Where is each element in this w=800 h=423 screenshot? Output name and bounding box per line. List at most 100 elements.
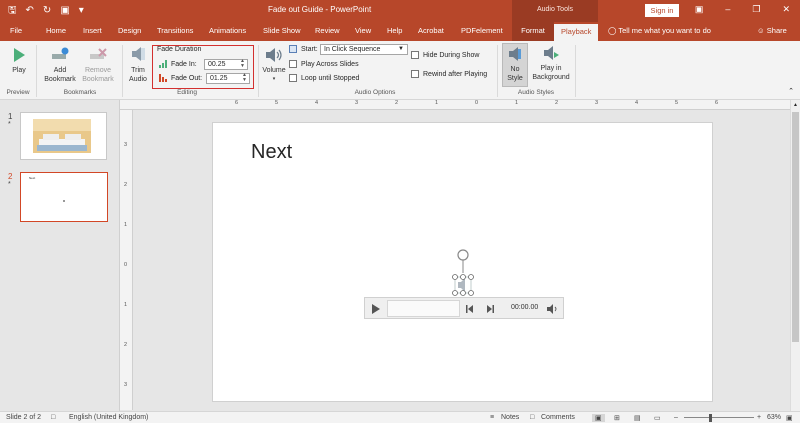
save-icon[interactable]: 🖫 bbox=[8, 3, 17, 19]
slide-thumbnail-1[interactable] bbox=[20, 112, 107, 160]
play-label: Play bbox=[12, 67, 26, 74]
slide-thumbnail-2[interactable]: Next bbox=[20, 172, 108, 222]
tab-review[interactable]: Review bbox=[315, 26, 340, 35]
slide-count: Slide 2 of 2 bbox=[6, 414, 42, 421]
ruler-tick: 1 bbox=[515, 100, 519, 106]
ruler-tick: 1 bbox=[435, 100, 439, 106]
scroll-up-icon[interactable]: ▲ bbox=[791, 102, 800, 108]
zoom-slider-thumb[interactable] bbox=[709, 414, 712, 422]
group-label-bookmarks: Bookmarks bbox=[63, 89, 97, 96]
ruler-tick: 3 bbox=[124, 382, 128, 388]
slide-canvas[interactable]: Next 00:00.00 bbox=[212, 122, 713, 402]
zoom-slider[interactable] bbox=[684, 417, 754, 418]
tab-animations[interactable]: Animations bbox=[209, 26, 246, 35]
hide-label: Hide During Show bbox=[423, 51, 480, 59]
tab-home[interactable]: Home bbox=[46, 26, 66, 35]
group-label-audio-options: Audio Options bbox=[354, 89, 396, 96]
tab-file[interactable]: File bbox=[10, 26, 22, 35]
slide-sorter-icon[interactable]: ⊞ bbox=[614, 414, 620, 422]
ruler-tick: 2 bbox=[555, 100, 559, 106]
reading-view-icon[interactable]: ▤ bbox=[634, 414, 641, 422]
tab-playback[interactable]: Playback bbox=[554, 24, 599, 41]
tab-pdfelement[interactable]: PDFelement bbox=[461, 26, 503, 35]
restore-icon[interactable]: ❐ bbox=[752, 4, 760, 15]
tell-me-text: Tell me what you want to do bbox=[618, 26, 711, 35]
collapse-ribbon-icon[interactable]: ⌃ bbox=[788, 87, 794, 95]
play-icon bbox=[14, 48, 25, 62]
play-across-label: Play Across Slides bbox=[301, 60, 359, 68]
slide-2-thumb-title: Next bbox=[29, 176, 36, 180]
tab-help[interactable]: Help bbox=[387, 26, 402, 35]
tab-insert[interactable]: Insert bbox=[83, 26, 102, 35]
play-icon[interactable] bbox=[371, 303, 381, 315]
close-icon[interactable]: ✕ bbox=[782, 4, 790, 15]
share-button[interactable]: ☺ Share bbox=[757, 26, 787, 35]
slide-number-2: 2 bbox=[8, 172, 13, 181]
minimize-icon[interactable]: – bbox=[725, 4, 730, 15]
slide-title[interactable]: Next bbox=[251, 141, 292, 164]
spelling-icon[interactable]: □ bbox=[51, 414, 55, 421]
play-button[interactable]: Play bbox=[7, 47, 31, 75]
highlight-box bbox=[152, 45, 254, 89]
ruler-tick: 1 bbox=[124, 222, 128, 228]
zoom-out-icon[interactable]: – bbox=[674, 414, 678, 421]
context-group-audio-tools: Audio Tools bbox=[512, 0, 598, 22]
tab-design[interactable]: Design bbox=[118, 26, 141, 35]
presentation-icon[interactable]: ▣ bbox=[60, 3, 69, 19]
checkbox-icon bbox=[289, 60, 297, 68]
tab-transitions[interactable]: Transitions bbox=[157, 26, 193, 35]
comments-button[interactable]: Comments bbox=[541, 414, 575, 421]
start-icon bbox=[289, 45, 297, 53]
audio-object[interactable] bbox=[449, 247, 479, 299]
no-style-button[interactable]: No Style bbox=[502, 43, 528, 87]
add-bookmark-label-1: Add bbox=[53, 67, 67, 74]
customize-icon[interactable]: ▾ bbox=[79, 3, 84, 19]
ribbon-tabs: File Home Insert Design Transitions Anim… bbox=[0, 22, 800, 41]
add-bookmark-icon bbox=[52, 47, 69, 59]
play-across-slides-checkbox[interactable]: Play Across Slides bbox=[289, 60, 359, 68]
volume-icon[interactable] bbox=[546, 304, 558, 314]
play-in-background-button[interactable]: Play in Background bbox=[530, 45, 572, 82]
redo-icon[interactable]: ↻ bbox=[43, 3, 51, 19]
scroll-thumb[interactable] bbox=[792, 112, 799, 342]
loop-until-stopped-checkbox[interactable]: Loop until Stopped bbox=[289, 74, 359, 82]
audio-progress-bar[interactable] bbox=[387, 300, 460, 317]
tab-acrobat[interactable]: Acrobat bbox=[418, 26, 444, 35]
slide-1-image bbox=[33, 119, 91, 153]
rewind-after-playing-checkbox[interactable]: Rewind after Playing bbox=[411, 70, 487, 78]
language-status[interactable]: English (United Kingdom) bbox=[69, 414, 148, 421]
ruler-tick: 6 bbox=[235, 100, 239, 106]
skip-back-icon[interactable] bbox=[466, 305, 474, 313]
start-dropdown[interactable]: In Click Sequence ▼ bbox=[320, 44, 408, 55]
ruler-tick: 5 bbox=[275, 100, 279, 106]
tell-me-search[interactable]: ◯ Tell me what you want to do bbox=[608, 26, 711, 35]
notes-button[interactable]: Notes bbox=[501, 414, 519, 421]
remove-bookmark-button[interactable]: Remove Bookmark bbox=[80, 47, 116, 84]
speaker-icon bbox=[266, 48, 282, 62]
rewind-label: Rewind after Playing bbox=[423, 70, 488, 78]
sign-in-button[interactable]: Sign in bbox=[645, 4, 679, 17]
fit-to-window-icon[interactable]: ▣ bbox=[786, 414, 793, 422]
volume-button[interactable]: Volume ▾ bbox=[260, 47, 288, 84]
tab-format[interactable]: Format bbox=[512, 22, 554, 41]
tab-slide-show[interactable]: Slide Show bbox=[263, 26, 301, 35]
trim-audio-button[interactable]: Trim Audio bbox=[126, 45, 150, 84]
remove-bookmark-icon bbox=[90, 48, 107, 59]
vertical-scrollbar[interactable]: ▲ bbox=[790, 100, 800, 411]
trim-audio-icon bbox=[132, 47, 145, 61]
hide-during-show-checkbox[interactable]: Hide During Show bbox=[411, 51, 479, 59]
rotate-handle-icon[interactable] bbox=[457, 249, 469, 261]
add-bookmark-button[interactable]: Add Bookmark bbox=[42, 47, 78, 84]
person-icon: ☺ bbox=[757, 26, 765, 35]
play-in-background-label-1: Play in bbox=[540, 65, 562, 72]
undo-icon[interactable]: ↶ bbox=[26, 3, 34, 19]
ruler-tick: 4 bbox=[635, 100, 639, 106]
ribbon-options-icon[interactable]: ▣ bbox=[695, 4, 704, 15]
slideshow-view-icon[interactable]: ▭ bbox=[654, 414, 661, 422]
play-background-icon bbox=[544, 46, 559, 60]
normal-view-icon[interactable]: ▣ bbox=[592, 414, 605, 422]
zoom-level[interactable]: 63% bbox=[767, 414, 781, 421]
zoom-in-icon[interactable]: + bbox=[757, 414, 761, 421]
tab-view[interactable]: View bbox=[355, 26, 371, 35]
skip-forward-icon[interactable] bbox=[486, 305, 494, 313]
